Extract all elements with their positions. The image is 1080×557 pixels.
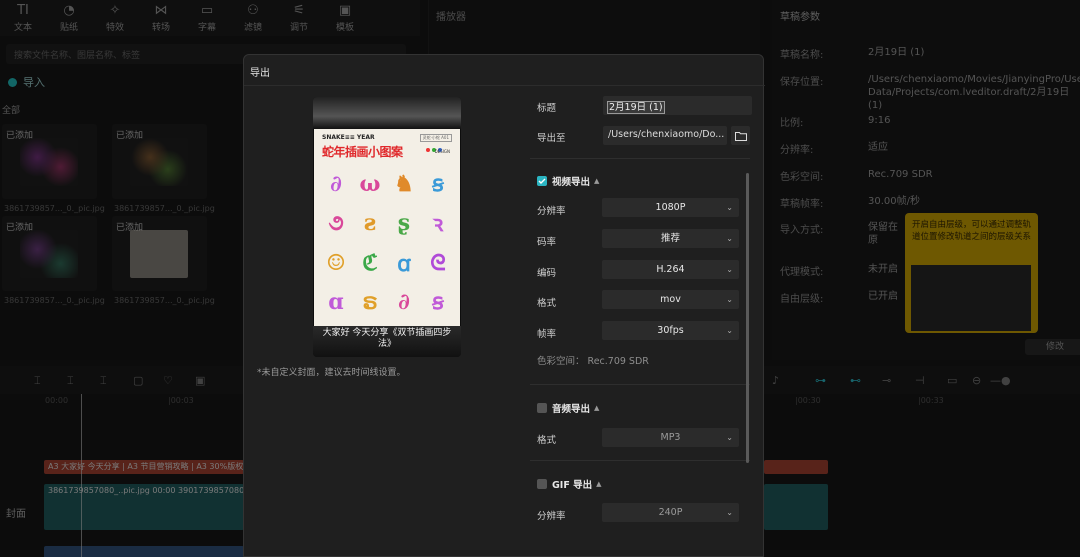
snake-illustration: ω	[359, 170, 381, 197]
checkbox-unchecked-icon[interactable]	[537, 403, 547, 413]
poster-caption: 大家好 今天分享《双节插画四步法》	[322, 328, 452, 349]
title-value: 2月19日 (1)	[607, 101, 665, 114]
audio-format-label: 格式	[537, 435, 557, 446]
framerate-select[interactable]: 30fps ⌄	[602, 321, 739, 340]
collapse-caret-icon[interactable]: ▲	[596, 480, 601, 488]
export-to-label: 导出至	[537, 133, 566, 144]
snake-illustration: ♞	[394, 170, 414, 197]
poster-design-label: DESIGN	[434, 149, 450, 154]
resolution-label: 分辨率	[537, 206, 566, 217]
snake-illustration: ∂	[330, 170, 342, 197]
snake-illustration: ૭	[328, 210, 344, 237]
checkbox-unchecked-icon[interactable]	[537, 479, 547, 489]
snake-illustration: ꞩ	[432, 289, 444, 316]
collapse-caret-icon[interactable]: ▲	[594, 404, 599, 412]
bitrate-label: 码率	[537, 237, 557, 248]
checkbox-checked-icon[interactable]	[537, 176, 547, 186]
format-select[interactable]: mov ⌄	[602, 290, 739, 309]
title-field[interactable]: 2月19日 (1)	[603, 96, 752, 115]
gif-export-toggle[interactable]: GIF 导出 ▲	[537, 477, 602, 491]
snake-illustration: ꝛ	[432, 211, 444, 238]
chevron-down-icon: ⌄	[726, 295, 733, 304]
export-path-field[interactable]: /Users/chenxiaomo/Do...	[603, 126, 727, 145]
bitrate-select[interactable]: 推荐 ⌄	[602, 229, 739, 248]
bitrate-value: 推荐	[660, 233, 680, 244]
gif-resolution-select[interactable]: 240P ⌄	[602, 503, 739, 522]
chevron-down-icon: ⌄	[726, 203, 733, 212]
snake-illustration: ℭ	[362, 249, 378, 276]
video-export-label: 视频导出	[552, 177, 591, 188]
folder-icon	[734, 131, 747, 141]
cover-note: *未自定义封面，建议去时间线设置。	[257, 368, 406, 378]
gif-resolution-value: 240P	[658, 507, 683, 518]
gif-resolution-label: 分辨率	[537, 511, 566, 522]
chevron-down-icon: ⌄	[726, 433, 733, 442]
format-label: 格式	[537, 298, 557, 309]
audio-format-value: MP3	[660, 432, 681, 443]
chevron-down-icon: ⌄	[726, 234, 733, 243]
framerate-label: 帧率	[537, 329, 557, 340]
snake-illustration: ᘓ	[430, 249, 446, 276]
codec-label: 编码	[537, 268, 557, 279]
audio-export-toggle[interactable]: 音频导出 ▲	[537, 401, 599, 415]
chevron-down-icon: ⌄	[726, 265, 733, 274]
snake-illustration: ʂ	[397, 210, 411, 237]
codec-value: H.264	[656, 264, 685, 275]
framerate-value: 30fps	[657, 325, 684, 336]
divider	[244, 85, 765, 86]
cover-preview[interactable]: SNAKE≡≡ YEAR 灵蛇·小蛇 A01 蛇年插画小图案 DESIGN ∂ …	[313, 97, 461, 357]
snake-illustration: ꭤ	[397, 250, 411, 277]
snake-illustration: ꞩ	[432, 170, 444, 197]
colorspace-info: 色彩空间： Rec.709 SDR	[537, 356, 649, 367]
dialog-title: 导出	[250, 68, 270, 79]
poster-headline: 蛇年插画小图案	[322, 145, 403, 159]
snake-illustration: ∂	[398, 289, 410, 316]
poster-brand: SNAKE≡≡ YEAR	[322, 134, 375, 141]
resolution-value: 1080P	[655, 202, 686, 213]
snake-illustration-grid: ∂ ω ♞ ꞩ ૭ ƨ ʂ ꝛ ☺ ℭ ꭤ ᘓ ɑ ຣ ∂ ꞩ	[320, 165, 454, 321]
divider	[530, 158, 750, 159]
snake-illustration: ຣ	[362, 289, 378, 316]
gif-export-label: GIF 导出	[552, 480, 593, 491]
settings-scrollbar[interactable]	[746, 173, 749, 463]
preview-sky	[313, 97, 461, 129]
choose-folder-button[interactable]	[731, 126, 750, 145]
snake-illustration: ɑ	[328, 289, 344, 316]
audio-export-label: 音频导出	[552, 404, 591, 415]
snake-illustration: ☺	[326, 249, 346, 276]
divider	[530, 460, 750, 461]
video-export-toggle[interactable]: 视频导出 ▲	[537, 174, 599, 188]
resolution-select[interactable]: 1080P ⌄	[602, 198, 739, 217]
chevron-down-icon: ⌄	[726, 508, 733, 517]
audio-format-select[interactable]: MP3 ⌄	[602, 428, 739, 447]
collapse-caret-icon[interactable]: ▲	[594, 177, 599, 185]
poster-badge: 灵蛇·小蛇 A01	[419, 134, 452, 142]
snake-illustration: ƨ	[363, 210, 377, 237]
divider	[530, 384, 750, 385]
title-label: 标题	[537, 103, 557, 114]
poster-image: SNAKE≡≡ YEAR 灵蛇·小蛇 A01 蛇年插画小图案 DESIGN ∂ …	[314, 129, 460, 326]
export-dialog: 导出 SNAKE≡≡ YEAR 灵蛇·小蛇 A01 蛇年插画小图案 DESIGN…	[243, 54, 765, 557]
codec-select[interactable]: H.264 ⌄	[602, 260, 739, 279]
format-value: mov	[660, 294, 681, 305]
poster-dots	[426, 144, 448, 152]
chevron-down-icon: ⌄	[726, 326, 733, 335]
